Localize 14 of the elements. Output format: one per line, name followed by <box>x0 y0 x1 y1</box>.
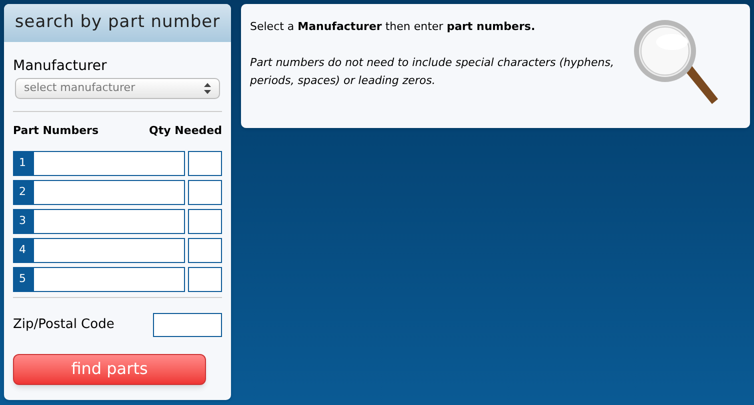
note-text: Part numbers do not need to include special characters (hyphens, periods, spaces) or leading zeros. <box>250 54 615 88</box>
row-number: 4 <box>13 238 33 262</box>
panel-title: search by part number <box>14 11 220 34</box>
row-number: 3 <box>13 208 33 234</box>
column-header: Qty Needed <box>149 123 222 139</box>
zip-label: Zip/Postal Code <box>13 316 114 334</box>
instruction-text: Select a Manufacturer then enter part numbers. <box>250 19 536 35</box>
row-number: 2 <box>13 180 33 204</box>
row-number: 1 <box>13 150 33 176</box>
find-parts-button[interactable]: find parts <box>13 354 206 384</box>
manufacturer-select[interactable]: select manufacturer <box>15 78 220 99</box>
row-number: 5 <box>13 266 33 292</box>
manufacturer-label: Manufacturer <box>13 57 108 75</box>
column-header: Part Numbers <box>13 123 99 139</box>
